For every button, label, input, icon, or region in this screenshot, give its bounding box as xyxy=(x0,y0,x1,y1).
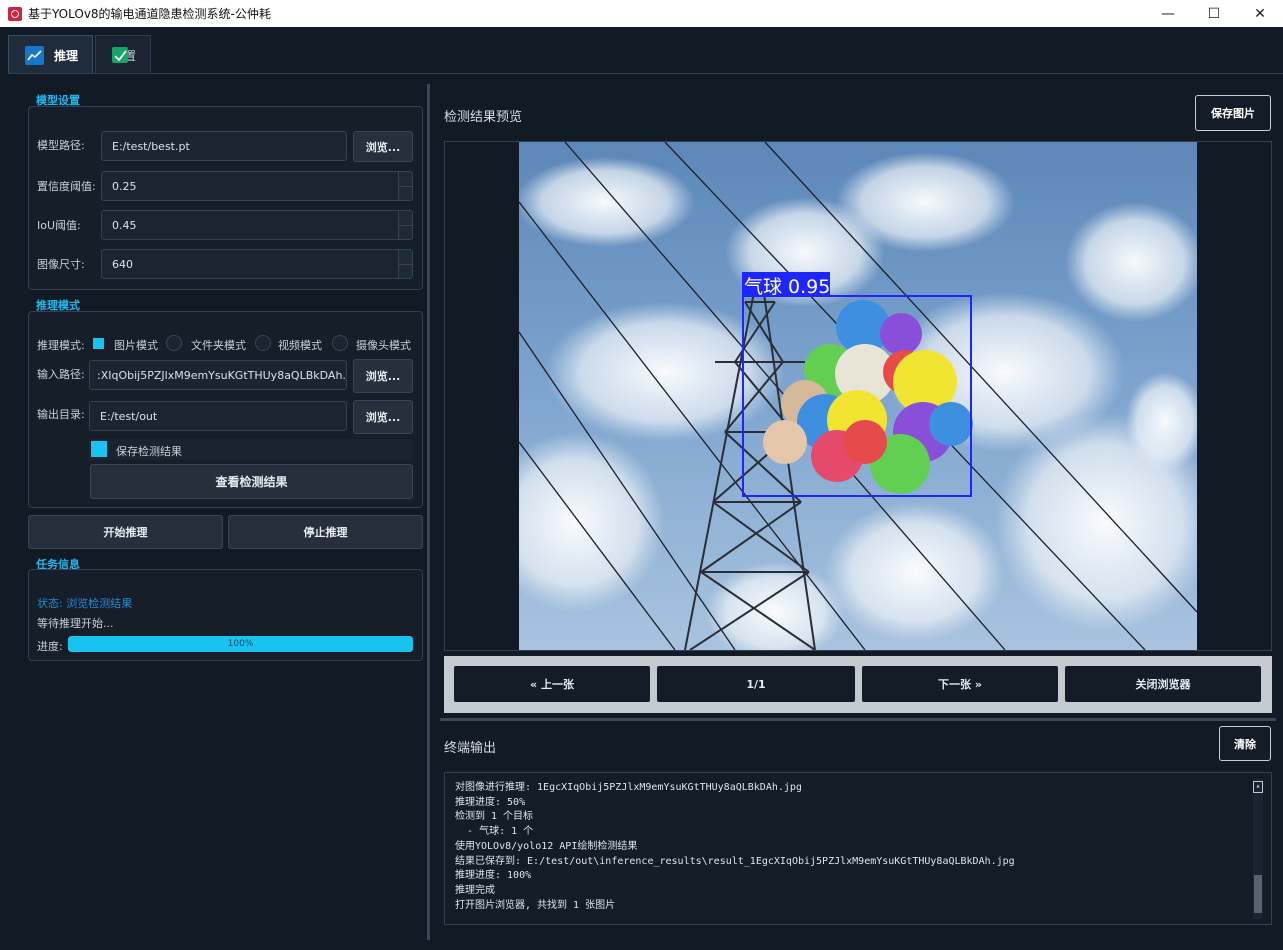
progress-text: 100% xyxy=(227,639,254,649)
radio-camera-mode-label[interactable]: 摄像头模式 xyxy=(356,337,411,353)
imgsz-spin-arrows[interactable] xyxy=(398,250,412,278)
progress-bar: 100% xyxy=(68,636,413,652)
maximize-button[interactable]: ☐ xyxy=(1191,0,1237,27)
stop-inference-button[interactable]: 停止推理 xyxy=(228,515,423,549)
detection-image: 气球 0.95 xyxy=(445,142,1271,650)
input-browse-button[interactable]: 浏览... xyxy=(353,359,413,393)
preview-title: 检测结果预览 xyxy=(444,110,523,125)
input-path-label: 输入路径: xyxy=(37,368,85,381)
conf-threshold-label: 置信度阈值: xyxy=(37,180,96,193)
terminal-line: 对图像进行推理: 1EgcXIqObij5PZJlxM9emYsuKGtTHUy… xyxy=(455,782,802,793)
close-button[interactable]: ✕ xyxy=(1237,0,1283,27)
window-title: 基于YOLOv8的输电通道隐患检测系统-公仲耗 xyxy=(28,7,271,21)
terminal-scrollbar[interactable]: ▴ xyxy=(1253,779,1263,919)
image-size-value: 640 xyxy=(112,257,133,271)
iou-spin-arrows[interactable] xyxy=(398,211,412,239)
page-indicator: 1/1 xyxy=(657,666,855,702)
start-inference-button[interactable]: 开始推理 xyxy=(28,515,223,549)
save-results-checkbox[interactable] xyxy=(91,441,107,457)
terminal-line: 使用YOLOv8/yolo12 API绘制检测结果 xyxy=(455,840,638,852)
terminal-line: 结果已保存到: E:/test/out\inference_results\re… xyxy=(455,855,1015,867)
tab-bar: 推理 设置 xyxy=(8,35,153,74)
save-results-label[interactable]: 保存检测结果 xyxy=(116,443,182,459)
app-logo-icon xyxy=(8,6,22,21)
terminal-line: 检测到 1 个目标 xyxy=(455,811,534,823)
terminal-line: 推理进度: 100% xyxy=(455,870,532,882)
terminal-line: 打开图片浏览器, 共找到 1 张图片 xyxy=(455,899,616,911)
horizontal-splitter[interactable] xyxy=(440,718,1276,721)
status-text: 状态: 浏览检测结果 xyxy=(37,597,133,610)
conf-threshold-spinbox[interactable]: 0.25 xyxy=(101,171,413,201)
iou-threshold-label: IoU阈值: xyxy=(37,219,81,232)
model-browse-button[interactable]: 浏览... xyxy=(353,131,413,162)
output-browse-button[interactable]: 浏览... xyxy=(353,400,413,434)
save-image-button[interactable]: 保存图片 xyxy=(1195,95,1271,131)
input-path-field[interactable]: :XIqObij5PZJlxM9emYsuKGtTHUy8aQLBkDAh.jp… xyxy=(89,360,347,390)
terminal-title: 终端输出 xyxy=(444,741,497,756)
title-bar: 基于YOLOv8的输电通道隐患检测系统-公仲耗 — ☐ ✕ xyxy=(0,0,1283,27)
scroll-thumb[interactable] xyxy=(1254,875,1262,913)
tab-divider xyxy=(8,73,1283,74)
tab-settings[interactable]: 设置 xyxy=(95,35,152,74)
minimize-button[interactable]: — xyxy=(1145,0,1191,27)
terminal-line: 推理完成 xyxy=(455,884,495,896)
detection-label: 气球 0.95 xyxy=(744,276,830,298)
view-results-button[interactable]: 查看检测结果 xyxy=(90,464,413,499)
radio-folder-mode[interactable] xyxy=(166,335,182,351)
radio-folder-mode-label[interactable]: 文件夹模式 xyxy=(191,337,246,353)
terminal-line: - 气球: 1 个 xyxy=(455,826,534,838)
output-dir-field[interactable]: E:/test/out xyxy=(89,401,347,431)
close-browser-button[interactable]: 关闭浏览器 xyxy=(1065,666,1261,702)
status-message: 等待推理开始... xyxy=(37,617,114,630)
model-path-input[interactable]: E:/test/best.pt xyxy=(101,131,347,161)
vertical-splitter[interactable] xyxy=(427,84,430,940)
radio-video-mode-label[interactable]: 视频模式 xyxy=(278,337,322,353)
radio-video-mode[interactable] xyxy=(255,335,271,351)
conf-threshold-value: 0.25 xyxy=(112,179,137,193)
image-size-spinbox[interactable]: 640 xyxy=(101,249,413,279)
iou-threshold-spinbox[interactable]: 0.45 xyxy=(101,210,413,240)
clear-terminal-button[interactable]: 清除 xyxy=(1219,726,1271,761)
image-navigation-bar: « 上一张 1/1 下一张 » 关闭浏览器 xyxy=(444,656,1272,713)
terminal-line: 推理进度: 50% xyxy=(455,796,526,808)
iou-threshold-value: 0.45 xyxy=(112,218,137,232)
tab-inference-label: 推理 xyxy=(54,48,79,63)
next-image-button[interactable]: 下一张 » xyxy=(862,666,1058,702)
conf-spin-arrows[interactable] xyxy=(398,172,412,200)
radio-image-mode-label[interactable]: 图片模式 xyxy=(114,337,158,353)
terminal-output[interactable]: 对图像进行推理: 1EgcXIqObij5PZJlxM9emYsuKGtTHUy… xyxy=(444,772,1272,925)
output-dir-label: 输出目录: xyxy=(37,408,85,421)
prev-image-button[interactable]: « 上一张 xyxy=(454,666,650,702)
window-controls: — ☐ ✕ xyxy=(1145,0,1283,27)
radio-image-mode[interactable] xyxy=(93,338,104,349)
mode-label: 推理模式: xyxy=(37,339,85,352)
preview-frame: 气球 0.95 xyxy=(444,141,1272,651)
scroll-up-icon[interactable]: ▴ xyxy=(1253,781,1263,793)
check-icon xyxy=(112,47,129,63)
radio-camera-mode[interactable] xyxy=(332,335,348,351)
chart-icon xyxy=(25,45,44,65)
tab-inference[interactable]: 推理 xyxy=(8,35,94,74)
image-size-label: 图像尺寸: xyxy=(37,258,85,271)
progress-label: 进度: xyxy=(37,640,63,653)
model-path-label: 模型路径: xyxy=(37,139,85,152)
